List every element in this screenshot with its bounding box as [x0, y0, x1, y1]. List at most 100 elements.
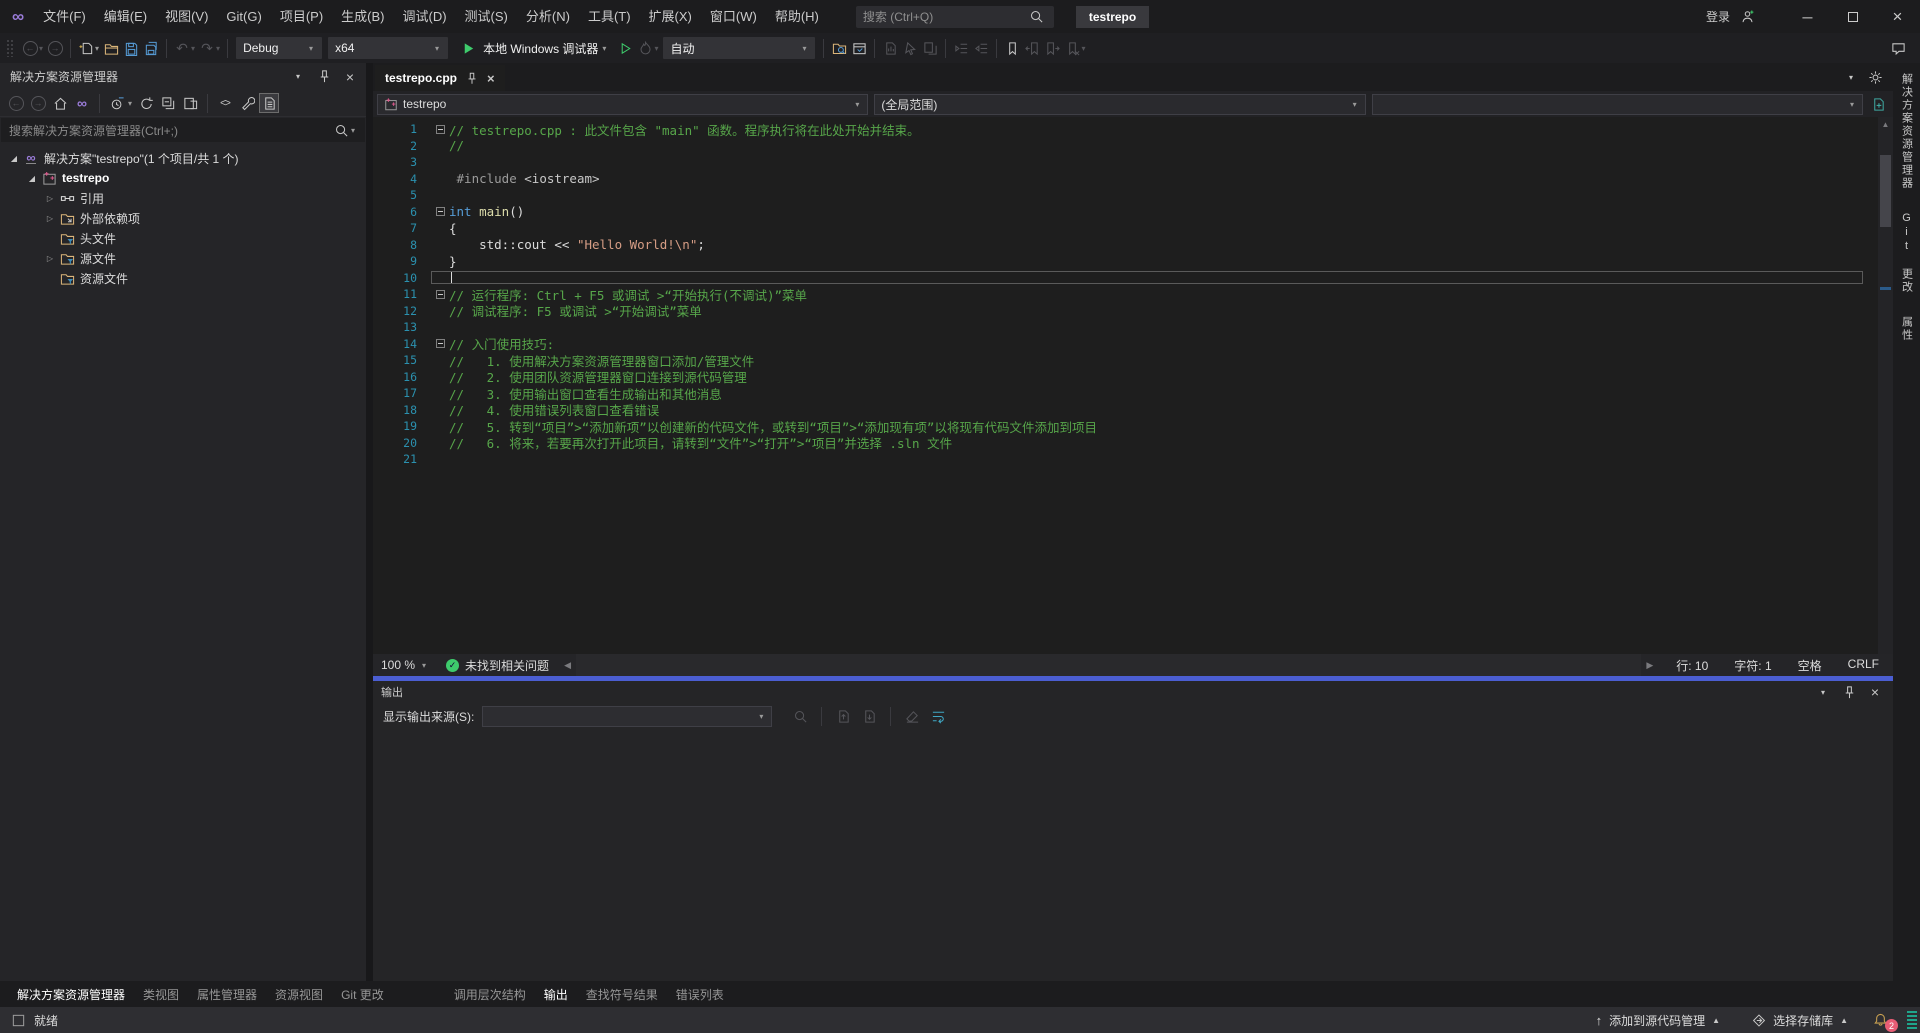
collapse-all-icon[interactable]: [158, 93, 178, 113]
active-files-chevron-icon[interactable]: ▾: [1841, 67, 1861, 87]
pin-icon[interactable]: [1839, 682, 1859, 702]
clear-all-icon[interactable]: [902, 707, 922, 727]
folder-search-icon[interactable]: [829, 38, 849, 58]
code-line[interactable]: 17// 3. 使用输出窗口查看生成输出和其他消息: [373, 385, 1893, 402]
restore-button[interactable]: [1830, 0, 1875, 33]
quick-search-input[interactable]: 搜索 (Ctrl+Q): [856, 6, 1054, 28]
menu-item[interactable]: 帮助(H): [766, 0, 828, 33]
code-line[interactable]: 19// 5. 转到“项目”>“添加新项”以创建新的代码文件，或转到“项目”>“…: [373, 418, 1893, 435]
code-editor[interactable]: 1// testrepo.cpp : 此文件包含 "main" 函数。程序执行将…: [373, 117, 1893, 654]
collapsed-arrow-icon[interactable]: ▷: [42, 214, 58, 223]
show-all-files-icon[interactable]: [259, 93, 279, 113]
clear-bookmarks-icon[interactable]: [1062, 38, 1082, 58]
bottom-tool-tab[interactable]: Git 更改: [332, 986, 393, 1003]
code-line[interactable]: 4 #include <iostream>: [373, 171, 1893, 188]
pending-changes-filter-icon[interactable]: [107, 93, 127, 113]
toolbar-drag-grip[interactable]: [6, 39, 14, 57]
code-line[interactable]: 16// 2. 使用团队资源管理器窗口连接到源代码管理: [373, 369, 1893, 386]
menu-item[interactable]: 生成(B): [332, 0, 393, 33]
tree-item[interactable]: 资源文件: [0, 268, 366, 288]
code-line[interactable]: 7{: [373, 220, 1893, 237]
scope-dropdown[interactable]: (全局范围) ▾: [874, 94, 1365, 115]
nav-forward-icon[interactable]: →: [45, 38, 65, 58]
menu-item[interactable]: 工具(T): [579, 0, 640, 33]
line-indent-icon[interactable]: [951, 38, 971, 58]
scrollbar-thumb[interactable]: [1880, 155, 1891, 227]
chevron-down-icon[interactable]: ▾: [128, 99, 132, 108]
zoom-dropdown[interactable]: 100 % ▾: [373, 658, 436, 672]
code-line[interactable]: 3: [373, 154, 1893, 171]
home-icon[interactable]: [50, 93, 70, 113]
add-to-source-control-button[interactable]: ↑ 添加到源代码管理 ▲: [1580, 1012, 1736, 1029]
view-code-icon[interactable]: <>: [215, 93, 235, 113]
solution-window-icon[interactable]: [849, 38, 869, 58]
collapse-box-icon[interactable]: [436, 207, 445, 216]
start-without-debugging-icon[interactable]: [615, 38, 635, 58]
window-position-chevron-icon[interactable]: ▾: [288, 67, 308, 87]
editor-options-gear-icon[interactable]: [1865, 67, 1885, 87]
chevron-down-icon[interactable]: ▾: [216, 44, 220, 53]
nav-back-icon[interactable]: ←: [6, 93, 26, 113]
tree-item[interactable]: ◢∞解决方案"testrepo"(1 个项目/共 1 个): [0, 148, 366, 168]
feedback-icon[interactable]: [1888, 38, 1908, 58]
minimize-button[interactable]: ─: [1785, 0, 1830, 33]
expanded-arrow-icon[interactable]: ◢: [6, 154, 22, 163]
find-message-icon[interactable]: [790, 707, 810, 727]
project-dropdown[interactable]: testrepo ▾: [377, 94, 868, 115]
word-wrap-icon[interactable]: [928, 707, 948, 727]
scroll-up-arrow-icon[interactable]: ▲: [1878, 117, 1893, 129]
close-tab-icon[interactable]: ×: [487, 71, 495, 86]
nav-forward-icon[interactable]: →: [28, 93, 48, 113]
collapse-region-icon[interactable]: [431, 207, 449, 216]
member-dropdown[interactable]: ▾: [1372, 94, 1863, 115]
right-tool-tab[interactable]: Git 更改: [1899, 212, 1915, 294]
whitespace-mode-indicator[interactable]: 空格: [1798, 657, 1822, 674]
editor-horizontal-scrollbar[interactable]: [576, 654, 1641, 676]
close-icon[interactable]: ×: [1865, 682, 1885, 702]
hot-reload-mode-select[interactable]: 自动▾: [663, 37, 815, 59]
document-tab[interactable]: testrepo.cpp ×: [375, 65, 505, 91]
configuration-select[interactable]: Debug▾: [236, 37, 322, 59]
code-line[interactable]: 13: [373, 319, 1893, 336]
bottom-tool-tab[interactable]: 查找符号结果: [577, 986, 667, 1003]
copy-structure-icon[interactable]: [920, 38, 940, 58]
bottom-tool-tab[interactable]: 调用层次结构: [445, 986, 535, 1003]
chevron-down-icon[interactable]: ▾: [39, 44, 43, 53]
collapse-region-icon[interactable]: [431, 290, 449, 299]
code-line[interactable]: 21: [373, 451, 1893, 468]
undo-icon[interactable]: ↶: [172, 38, 192, 58]
bottom-tool-tab[interactable]: 错误列表: [667, 986, 733, 1003]
code-line[interactable]: 2//: [373, 138, 1893, 155]
previous-bookmark-icon[interactable]: [1022, 38, 1042, 58]
menu-item[interactable]: 调试(D): [394, 0, 456, 33]
tree-item[interactable]: ▷引用: [0, 188, 366, 208]
scroll-left-arrow-icon[interactable]: ◀: [559, 660, 576, 671]
bottom-tool-tab[interactable]: 解决方案资源管理器: [8, 986, 134, 1003]
chevron-down-icon[interactable]: ▾: [95, 44, 99, 53]
code-line[interactable]: 18// 4. 使用错误列表窗口查看错误: [373, 402, 1893, 419]
expanded-arrow-icon[interactable]: ◢: [24, 174, 40, 183]
code-line[interactable]: 5: [373, 187, 1893, 204]
collapse-box-icon[interactable]: [436, 290, 445, 299]
next-bookmark-icon[interactable]: [1042, 38, 1062, 58]
search-icon[interactable]: [332, 120, 352, 140]
right-tool-tab[interactable]: 属性: [1899, 316, 1915, 342]
menu-item[interactable]: Git(G): [217, 0, 270, 33]
menu-item[interactable]: 文件(F): [34, 0, 95, 33]
nav-back-icon[interactable]: ←: [20, 38, 40, 58]
bookmark-icon[interactable]: [1002, 38, 1022, 58]
menu-item[interactable]: 编辑(E): [95, 0, 156, 33]
new-project-icon[interactable]: [76, 38, 96, 58]
editor-vertical-scrollbar[interactable]: ▲: [1878, 117, 1893, 654]
code-line[interactable]: 9}: [373, 253, 1893, 270]
pointer-icon[interactable]: [900, 38, 920, 58]
previous-message-icon[interactable]: [833, 707, 853, 727]
collapsed-arrow-icon[interactable]: ▷: [42, 194, 58, 203]
menu-item[interactable]: 视图(V): [156, 0, 217, 33]
menu-item[interactable]: 项目(P): [271, 0, 332, 33]
code-line[interactable]: 10: [373, 270, 1893, 287]
bottom-tool-tab[interactable]: 类视图: [134, 986, 188, 1003]
tree-item[interactable]: ▷源文件: [0, 248, 366, 268]
refresh-icon[interactable]: [136, 93, 156, 113]
redo-icon[interactable]: ↷: [197, 38, 217, 58]
